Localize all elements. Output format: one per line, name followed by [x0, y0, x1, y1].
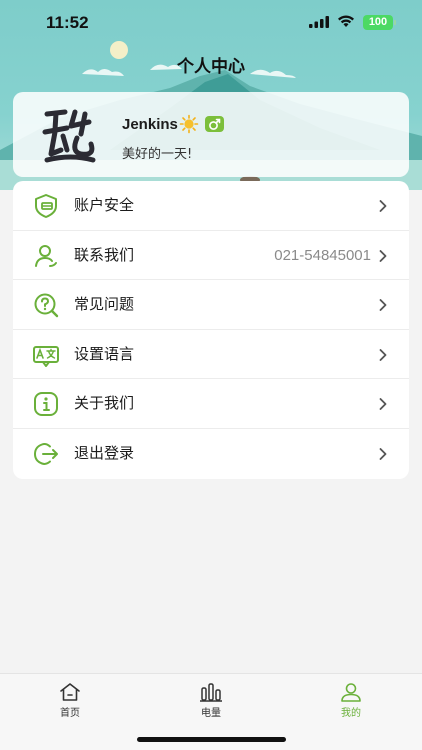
menu-item-logout[interactable]: 退出登录 [13, 429, 409, 479]
menu-item-language[interactable]: 设置语言 [13, 330, 409, 380]
menu-label: 关于我们 [74, 394, 135, 413]
tab-label: 我的 [341, 708, 361, 719]
profile-motto: 美好的一天! [122, 147, 193, 162]
status-time: 11:52 [46, 13, 89, 32]
user-icon [341, 683, 361, 702]
translate-icon [33, 345, 59, 367]
home-icon [60, 683, 80, 701]
username-row: Jenkins [122, 114, 224, 134]
tab-home[interactable]: 首页 [40, 682, 100, 719]
shield-icon [35, 194, 57, 218]
tab-mine[interactable]: 我的 [321, 682, 381, 719]
menu-item-faq[interactable]: 常见问题 [13, 280, 409, 330]
menu-label: 常见问题 [74, 295, 135, 314]
menu-label: 退出登录 [74, 443, 135, 462]
calligraphy-avatar[interactable] [41, 104, 101, 166]
menu-item-about-us[interactable]: 关于我们 [13, 379, 409, 429]
username: Jenkins [122, 115, 178, 133]
info-icon [34, 392, 58, 417]
chevron-right-icon [379, 200, 387, 212]
bar-chart-icon [200, 683, 222, 702]
tab-label: 电量 [201, 708, 221, 719]
contact-phone-number: 021-54845001 [274, 246, 371, 264]
menu-label: 联系我们 [74, 245, 135, 264]
menu-label: 设置语言 [74, 344, 135, 363]
sun-icon [179, 114, 199, 134]
menu-item-account-security[interactable]: 账户安全 [13, 181, 409, 231]
faq-search-icon [34, 293, 59, 318]
menu-list: 账户安全 联系我们 021-54845001 常见问题 设置语言 关于我们 退出… [13, 181, 409, 479]
profile-card[interactable]: Jenkins 美好的一天! [13, 92, 409, 177]
page-title: 个人中心 [177, 57, 245, 77]
tab-power[interactable]: 电量 [181, 682, 241, 719]
chevron-right-icon [379, 448, 387, 460]
signal-icon [309, 16, 329, 28]
battery-indicator: 100 [363, 15, 396, 30]
contact-user-icon [35, 244, 57, 267]
chevron-right-icon [379, 348, 387, 361]
logout-icon [33, 443, 58, 465]
chevron-right-icon [379, 398, 387, 411]
chevron-right-icon [379, 249, 387, 262]
male-icon [204, 116, 224, 132]
status-bar: 11:52 100 [0, 0, 422, 44]
wifi-icon [338, 15, 354, 27]
chevron-right-icon [379, 299, 387, 312]
menu-label: 账户安全 [74, 196, 135, 214]
tab-label: 首页 [60, 708, 80, 719]
menu-item-contact-us[interactable]: 联系我们 021-54845001 [13, 231, 409, 281]
home-indicator [137, 737, 286, 742]
